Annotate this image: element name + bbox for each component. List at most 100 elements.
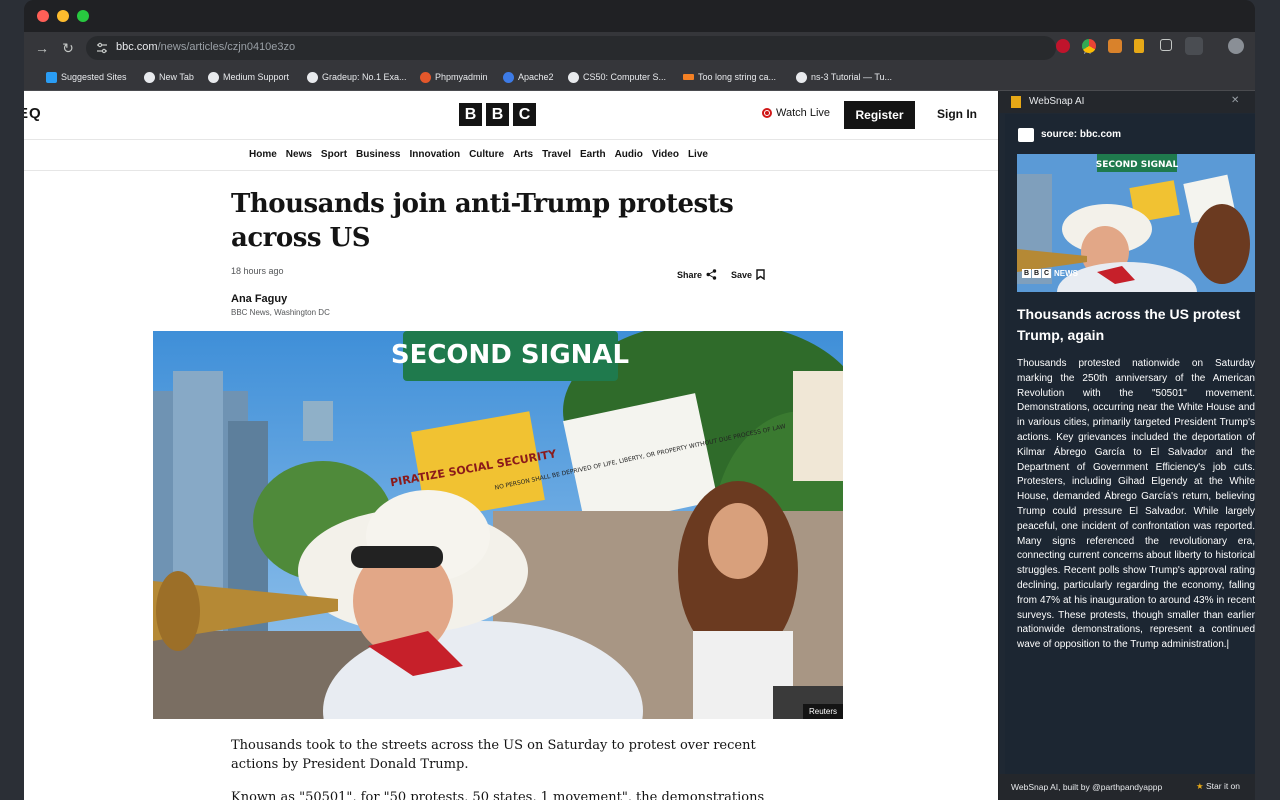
nav-video[interactable]: Video (652, 149, 679, 160)
star-label: Star it on (1206, 781, 1241, 791)
nav-audio[interactable]: Audio (615, 149, 643, 160)
side-panel-footer: WebSnap AI, built by @parthpandyappp ★ S… (999, 774, 1255, 800)
bookmark-gradeup[interactable]: Gradeup: No.1 Exa... (307, 70, 407, 84)
live-icon (762, 108, 772, 118)
logo-letter: C (513, 103, 536, 126)
share-button[interactable]: Share (677, 269, 717, 280)
websnap-extension-icon[interactable] (1134, 39, 1144, 53)
bookmark-label: Phpmyadmin (435, 72, 488, 82)
nav-live[interactable]: Live (688, 149, 708, 160)
share-label: Share (677, 269, 703, 280)
share-icon (706, 269, 717, 280)
bookmarks-bar: Suggested Sites New Tab Medium Support G… (24, 64, 1255, 91)
bookmark-too-long-string[interactable]: Too long string ca... (683, 70, 776, 84)
url-text[interactable]: bbc.com/news/articles/czjn0410e3zo (116, 41, 295, 53)
bookmark-label: Gradeup: No.1 Exa... (322, 72, 407, 82)
chrome-extension-icon[interactable] (1082, 39, 1096, 53)
register-button[interactable]: Register (844, 101, 915, 129)
nav-business[interactable]: Business (356, 149, 400, 160)
bookmark-label: Too long string ca... (698, 72, 777, 82)
bookmark-apache2[interactable]: Apache2 (503, 70, 554, 84)
nav-innovation[interactable]: Innovation (410, 149, 461, 160)
summary-title: Thousands across the US protest Trump, a… (1017, 306, 1241, 343)
bookmark-ns3-tutorial[interactable]: ns-3 Tutorial — Tu... (796, 70, 892, 84)
side-panel-header: WebSnap AI ✕ (999, 91, 1255, 113)
save-label: Save (731, 269, 753, 280)
bookmark-label: New Tab (159, 72, 194, 82)
extension-icon[interactable] (1108, 39, 1122, 53)
apache-icon (503, 71, 514, 83)
pin-icon[interactable]: ✕ (1231, 95, 1239, 106)
side-panel-icon[interactable] (1185, 37, 1203, 55)
bookmark-icon (756, 269, 765, 280)
forward-icon[interactable]: → (34, 40, 50, 56)
nav-news[interactable]: News (286, 149, 312, 160)
watch-live-label: Watch Live (776, 107, 831, 119)
logo-letter: B (1022, 269, 1031, 278)
bookmark-medium-support[interactable]: Medium Support (208, 70, 289, 84)
summary-card: source: bbc.com SECOND SIGNAL B B C NEWS… (1005, 114, 1255, 774)
stackoverflow-icon (683, 74, 694, 80)
bbc-header: EQ B B C Watch Live Register Sign In (24, 91, 998, 140)
article-paragraph-1: Thousands took to the streets across the… (231, 738, 756, 772)
sign-in-link[interactable]: Sign In (937, 107, 977, 121)
globe-icon (796, 71, 807, 83)
nav-home[interactable]: Home (249, 149, 277, 160)
star-icon: ★ (1196, 781, 1204, 791)
nav-culture[interactable]: Culture (469, 149, 504, 160)
bookmark-phpmyadmin[interactable]: Phpmyadmin (420, 70, 488, 84)
ask-icon (420, 71, 431, 83)
logo-letter: B (486, 103, 509, 126)
title-bar (24, 0, 1255, 32)
bookmark-suggested-sites[interactable]: Suggested Sites (46, 70, 127, 84)
nav-travel[interactable]: Travel (542, 149, 571, 160)
minimize-window-button[interactable] (57, 10, 69, 22)
save-button[interactable]: Save (731, 269, 765, 280)
watch-live-link[interactable]: Watch Live (762, 107, 830, 119)
logo-letter: B (459, 103, 482, 126)
protest-photo: SECOND SIGNAL PIRATIZE SOCIAL SECURITY N… (153, 331, 843, 719)
profile-avatar[interactable] (1228, 38, 1244, 54)
bookmark-label: Apache2 (518, 72, 554, 82)
globe-icon (568, 71, 579, 83)
websnap-logo-icon (1011, 96, 1021, 108)
nav-sport[interactable]: Sport (321, 149, 347, 160)
logo-letter: B (1032, 269, 1041, 278)
globe-icon (144, 71, 155, 83)
url-domain: bbc.com (116, 41, 158, 53)
reload-icon[interactable]: ↻ (60, 40, 76, 56)
menu-button[interactable]: EQ (24, 105, 42, 122)
browser-window: → ↻ bbc.com/news/articles/czjn0410e3zo ☆… (24, 0, 1255, 800)
ublock-extension-icon[interactable] (1056, 39, 1070, 53)
url-path: /news/articles/czjn0410e3zo (157, 41, 296, 53)
websnap-side-panel: WebSnap AI ✕ source: bbc.com SECOND SIGN… (999, 91, 1255, 800)
star-on-github-link[interactable]: ★ Star it on (1196, 781, 1240, 792)
bbc-article-page: EQ B B C Watch Live Register Sign In Hom… (24, 91, 998, 800)
globe-icon (307, 71, 318, 83)
author-affiliation: BBC News, Washington DC (231, 308, 330, 317)
nav-arts[interactable]: Arts (513, 149, 533, 160)
footer-credit[interactable]: WebSnap AI, built by @parthpandyappp (1011, 782, 1162, 792)
maximize-window-button[interactable] (77, 10, 89, 22)
address-bar[interactable]: bbc.com/news/articles/czjn0410e3zo ☆ (86, 36, 1094, 60)
bookmark-label: Suggested Sites (61, 72, 127, 82)
source-favicon-icon (1018, 128, 1034, 142)
thumb-second-signal: SECOND SIGNAL (1096, 160, 1179, 170)
bookmark-new-tab[interactable]: New Tab (144, 70, 194, 84)
extensions-puzzle-icon[interactable] (1160, 39, 1172, 51)
bookmark-label: Medium Support (223, 72, 290, 82)
globe-icon (208, 71, 219, 83)
site-settings-icon[interactable] (96, 42, 108, 54)
close-window-button[interactable] (37, 10, 49, 22)
bbc-news-watermark: B B C NEWS (1022, 269, 1078, 278)
bbc-logo[interactable]: B B C (459, 103, 536, 126)
hero-image: SECOND SIGNAL PIRATIZE SOCIAL SECURITY N… (153, 331, 843, 719)
news-label: NEWS (1054, 269, 1078, 278)
nav-earth[interactable]: Earth (580, 149, 606, 160)
bookmark-cs50[interactable]: CS50: Computer S... (568, 70, 666, 84)
summary-text: Thousands protested nationwide on Saturd… (1017, 358, 1255, 651)
article-author[interactable]: Ana Faguy (231, 293, 287, 305)
source-label[interactable]: source: bbc.com (1041, 129, 1121, 140)
logo-letter: C (1042, 269, 1051, 278)
article-headline: Thousands join anti-Trump protests acros… (231, 189, 734, 253)
